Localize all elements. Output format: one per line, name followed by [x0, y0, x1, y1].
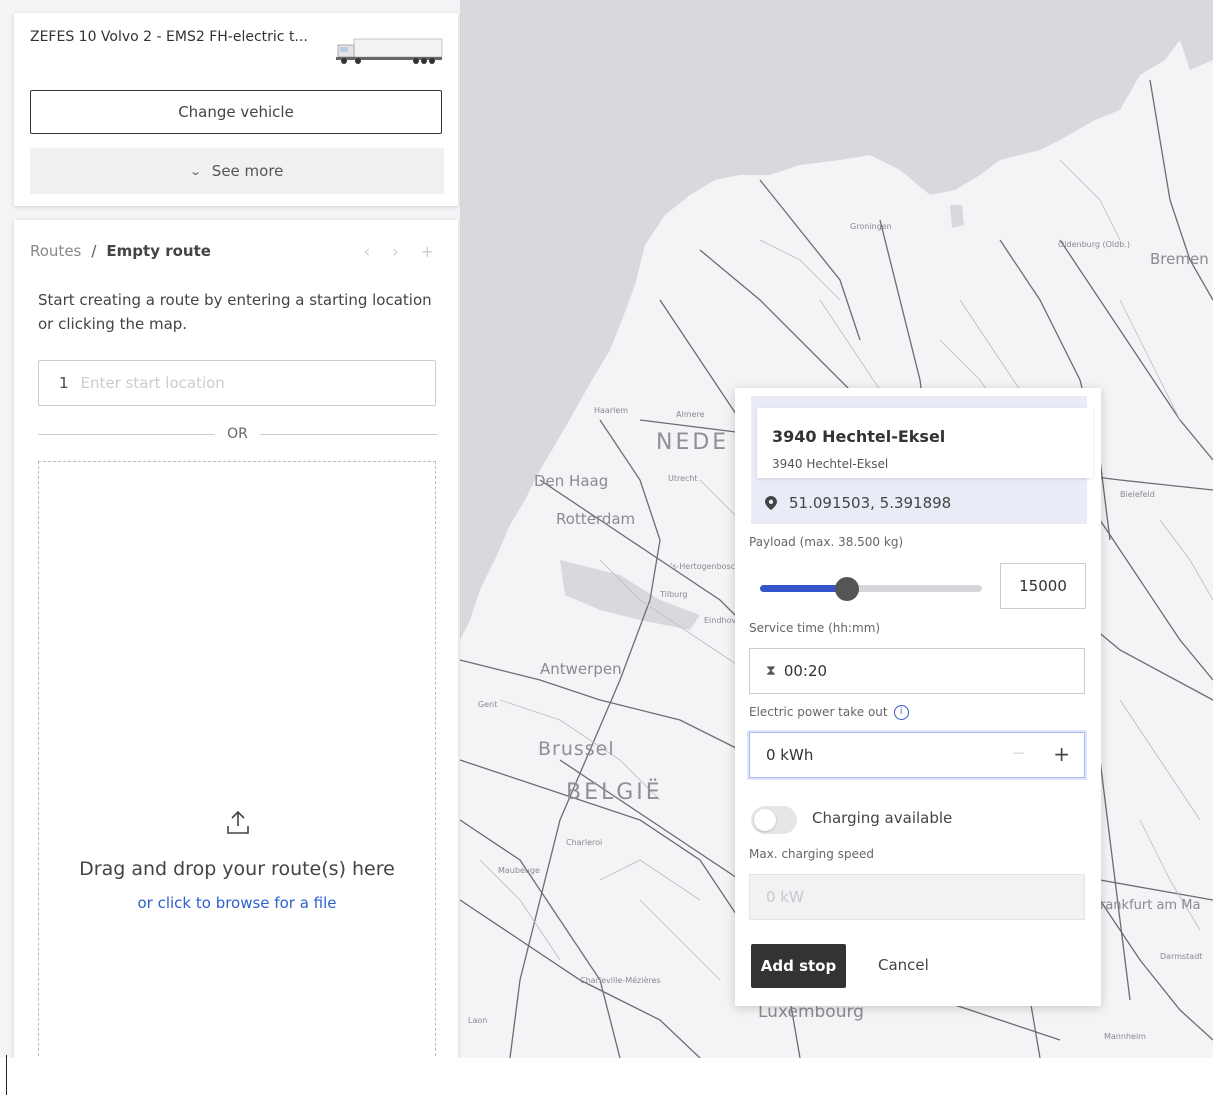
map-label-bielefeld: Bielefeld — [1120, 490, 1155, 499]
map-label-utrecht: Utrecht — [668, 474, 698, 483]
frame-edge — [6, 1055, 7, 1095]
location-name: 3940 Hechtel-Eksel — [772, 427, 946, 446]
helper-text: Start creating a route by entering a sta… — [38, 291, 432, 333]
service-time-value: 00:20 — [783, 662, 828, 680]
map-label-belgie: BELGIË — [566, 780, 663, 805]
chevron-right-icon[interactable]: › — [392, 242, 398, 261]
coordinates: 51.091503, 5.391898 — [765, 494, 951, 512]
location-card: 3940 Hechtel-Eksel 3940 Hechtel-Eksel — [757, 408, 1093, 478]
breadcrumb-separator: / — [91, 242, 97, 260]
browse-file-link[interactable]: or click to browse for a file — [39, 894, 435, 912]
breadcrumb: Routes / Empty route — [30, 242, 211, 260]
map-label-haarlem: Haarlem — [594, 406, 629, 415]
max-charging-label: Max. charging speed — [749, 847, 874, 861]
wadden-island — [950, 205, 964, 228]
payload-slider[interactable] — [760, 577, 982, 601]
vehicle-title: ZEFES 10 Volvo 2 - EMS2 FH-electric t... — [30, 29, 308, 45]
slider-fill — [760, 585, 847, 592]
charging-label: Charging available — [812, 809, 953, 827]
dropzone-title: Drag and drop your route(s) here — [79, 858, 395, 880]
map-label-darmstadt: Darmstadt — [1160, 952, 1203, 961]
add-stop-button[interactable]: Add stop — [751, 944, 846, 988]
map-label-laon: Laon — [468, 1016, 488, 1025]
payload-input[interactable]: 15000 — [1000, 563, 1086, 609]
map-label-hertogenbosch: 's-Hertogenbosch — [670, 562, 741, 571]
breadcrumb-routes-link[interactable]: Routes — [30, 242, 81, 260]
chevron-down-icon: ⌄ — [188, 164, 202, 178]
location-block: 3940 Hechtel-Eksel 3940 Hechtel-Eksel 51… — [751, 396, 1093, 524]
power-label-row: Electric power take out i — [749, 705, 909, 720]
power-value: 0 kWh — [766, 746, 814, 764]
payload-label: Payload (max. 38.500 kg) — [749, 535, 904, 549]
map-label-bremen: Bremen — [1150, 250, 1209, 268]
service-time-field[interactable]: ⧗ 00:20 — [749, 648, 1085, 694]
map-label-frankfurt: rankfurt am Ma — [1100, 898, 1201, 913]
coordinates-text: 51.091503, 5.391898 — [789, 494, 952, 512]
start-location-field[interactable]: 1 — [38, 360, 436, 406]
map-label-almere: Almere — [676, 410, 705, 419]
see-more-label: See more — [211, 162, 284, 180]
decrement-button[interactable]: − — [1011, 743, 1026, 764]
start-location-input[interactable] — [78, 373, 403, 393]
vehicle-card: ZEFES 10 Volvo 2 - EMS2 FH-electric t...… — [14, 13, 458, 206]
route-nav: ‹ › + — [342, 242, 434, 261]
or-divider: OR — [38, 424, 437, 444]
hourglass-icon: ⧗ — [766, 663, 776, 679]
upload-icon — [227, 810, 249, 834]
breadcrumb-current: Empty route — [106, 242, 211, 260]
map-label-maubeuge: Maubeuge — [498, 866, 540, 875]
power-take-out-field[interactable]: 0 kWh − + — [749, 732, 1085, 778]
service-time-label: Service time (hh:mm) — [749, 621, 881, 635]
toggle-knob — [754, 809, 776, 831]
map-label-charleroi: Charleroi — [566, 838, 603, 847]
chevron-left-icon[interactable]: ‹ — [364, 242, 370, 261]
info-icon[interactable]: i — [893, 705, 909, 720]
divider-line — [259, 433, 437, 435]
cancel-button[interactable]: Cancel — [878, 956, 929, 974]
see-more-button[interactable]: ⌄ See more — [30, 148, 444, 194]
add-stop-popup: 3940 Hechtel-Eksel 3940 Hechtel-Eksel 51… — [735, 388, 1101, 1006]
location-pin-icon — [765, 496, 777, 510]
max-charging-speed-field: 0 kW — [749, 874, 1085, 920]
or-label: OR — [227, 426, 248, 442]
increment-button[interactable]: + — [1053, 742, 1070, 766]
app-frame: Groningen Oldenburg (Oldb.) Bremen Haarl… — [0, 0, 1213, 1058]
route-dropzone[interactable]: Drag and drop your route(s) here or clic… — [38, 461, 436, 1058]
map-label-nede: NEDE — [656, 430, 730, 455]
routes-panel: Routes / Empty route ‹ › + Start creating a … — [14, 220, 458, 1058]
slider-thumb[interactable] — [835, 577, 859, 601]
truck-trailer-image — [336, 38, 443, 64]
charging-toggle[interactable] — [751, 806, 797, 834]
location-subtitle: 3940 Hechtel-Eksel — [772, 457, 889, 471]
map-label-antwerpen: Antwerpen — [540, 660, 622, 678]
stop-index: 1 — [59, 374, 69, 392]
add-route-icon[interactable]: + — [421, 242, 434, 261]
map-label-tilburg: Tilburg — [660, 590, 688, 599]
map-label-brussel: Brussel — [538, 738, 615, 760]
map-label-gent: Gent — [478, 700, 498, 709]
power-label: Electric power take out — [749, 705, 888, 719]
map-label-oldenburg: Oldenburg (Oldb.) — [1058, 240, 1130, 249]
map-label-rotterdam: Rotterdam — [556, 510, 636, 528]
map-label-groningen: Groningen — [850, 222, 892, 231]
map-label-mannheim: Mannheim — [1104, 1032, 1146, 1041]
map-label-den-haag: Den Haag — [534, 472, 609, 490]
divider-line — [38, 433, 216, 435]
map-label-charleville: Charleville-Mézières — [580, 976, 661, 985]
max-charging-placeholder: 0 kW — [766, 888, 804, 906]
change-vehicle-button[interactable]: Change vehicle — [30, 90, 442, 134]
